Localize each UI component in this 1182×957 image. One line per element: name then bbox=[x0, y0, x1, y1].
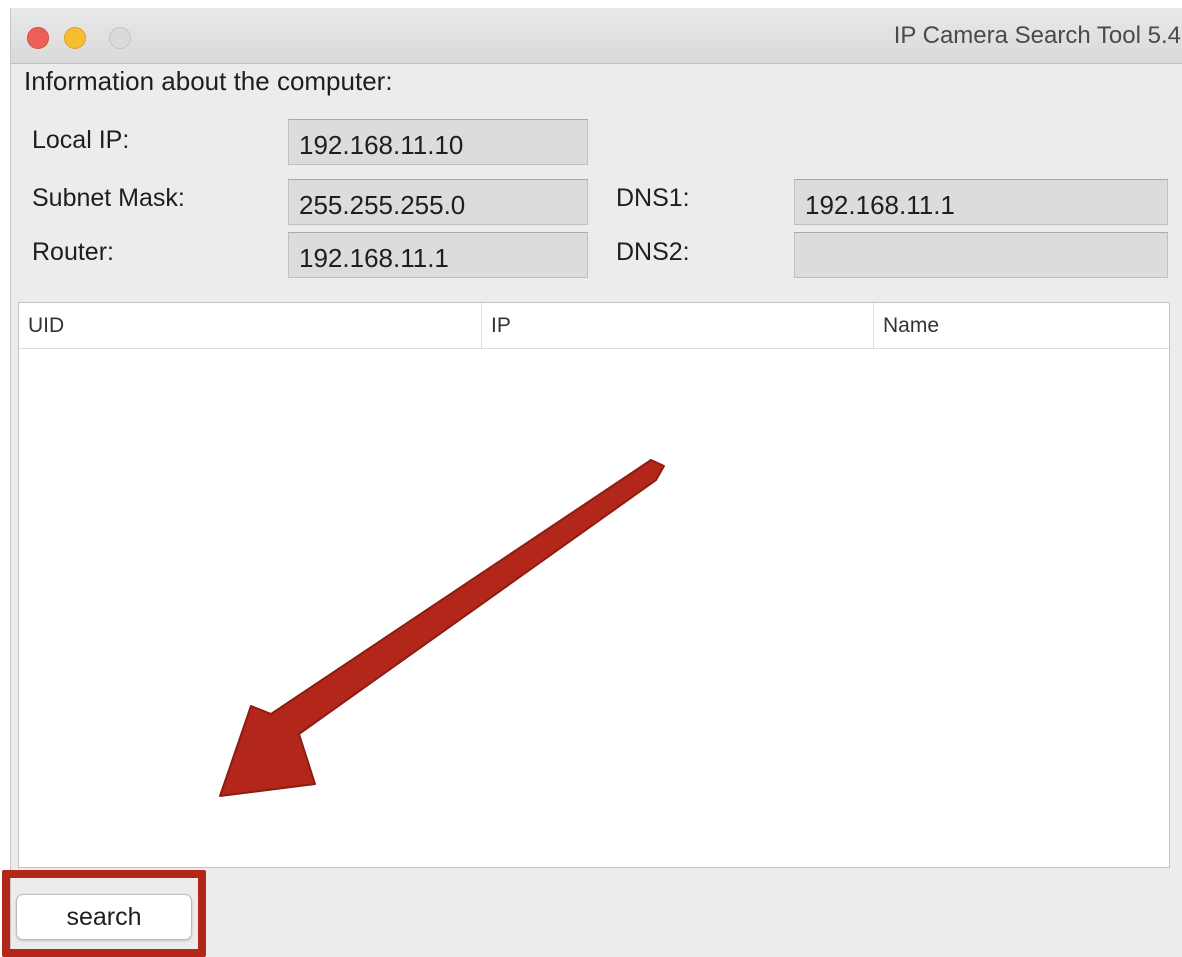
annotation-arrow-shape bbox=[219, 459, 665, 797]
search-button[interactable]: search bbox=[16, 894, 192, 940]
arrow-down-left-icon bbox=[219, 459, 665, 797]
